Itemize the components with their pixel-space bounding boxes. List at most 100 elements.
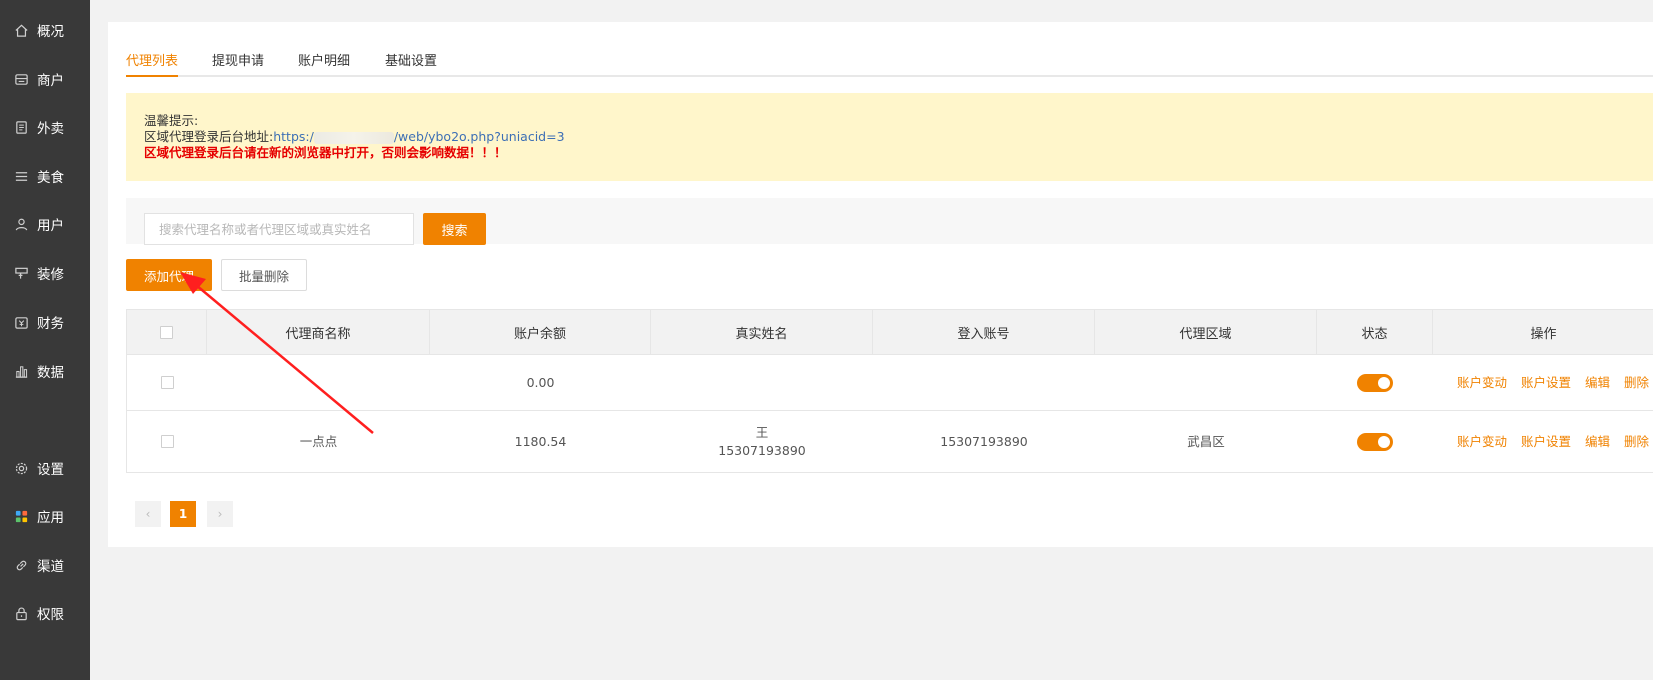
status-cell: [1317, 411, 1433, 472]
real-name-phone: 15307193890: [718, 442, 806, 458]
sidebar-item-food[interactable]: 美食: [0, 161, 90, 191]
operations-cell: 账户变动 账户设置 编辑 删除: [1457, 355, 1653, 410]
status-cell: [1317, 355, 1433, 410]
balance-cell: 1180.54: [514, 433, 567, 449]
edit-link[interactable]: 编辑: [1585, 433, 1610, 451]
table-row: 0.00 账户变动 账户设置 编辑 删除: [127, 355, 1653, 411]
row-checkbox[interactable]: [160, 435, 174, 448]
sidebar-item-user[interactable]: 用户: [0, 209, 90, 239]
sidebar-item-finance[interactable]: 财务: [0, 307, 90, 337]
sidebar-item-label: 装修: [37, 267, 64, 283]
delete-link[interactable]: 删除: [1624, 433, 1649, 451]
sidebar-item-label: 用户: [37, 218, 64, 234]
sidebar-item-label: 概况: [37, 24, 64, 40]
account-settings-link[interactable]: 账户设置: [1521, 374, 1571, 392]
sidebar-item-merchant[interactable]: 商户: [0, 64, 90, 94]
sidebar-item-decoration[interactable]: 装修: [0, 258, 90, 288]
header-select-cell: [127, 310, 207, 354]
home-icon: [13, 22, 29, 38]
status-toggle[interactable]: [1357, 373, 1393, 392]
row-select-cell: [127, 411, 207, 472]
toggle-knob: [1378, 435, 1390, 448]
prev-page-button[interactable]: ‹: [135, 501, 161, 527]
header-operations: 操作: [1530, 326, 1557, 342]
sidebar-item-apps[interactable]: 应用: [0, 501, 90, 531]
notice-address-line: 区域代理登录后台地址:https:/ /web/ybo2o.php?uniacid…: [144, 129, 1635, 145]
sidebar-item-label: 应用: [37, 510, 64, 526]
tab-account-details[interactable]: 账户明细: [298, 50, 350, 77]
delete-link[interactable]: 删除: [1624, 374, 1649, 392]
sidebar-item-label: 数据: [37, 365, 64, 381]
header-login-account: 登入账号: [873, 310, 1095, 354]
sidebar-item-label: 商户: [37, 73, 64, 89]
gear-icon: [13, 460, 29, 476]
sidebar-item-takeout[interactable]: 外卖: [0, 112, 90, 142]
agent-table: 代理商名称 账户余额 真实姓名 登入账号 代理区域 状态 操作 0.00 账户变…: [126, 309, 1653, 473]
sidebar-item-label: 权限: [37, 607, 64, 623]
sidebar-item-channel[interactable]: 渠道: [0, 550, 90, 580]
document-icon: [13, 119, 29, 135]
toggle-knob: [1378, 376, 1390, 389]
notice-address-label: 区域代理登录后台地址:: [144, 129, 274, 144]
tab-basic-settings[interactable]: 基础设置: [385, 50, 437, 77]
notice-warning: 区域代理登录后台请在新的浏览器中打开，否则会影响数据！！！: [144, 145, 507, 160]
menu-icon: [13, 168, 29, 184]
link-icon: [13, 557, 29, 573]
search-input[interactable]: [144, 213, 414, 245]
notice-box: 温馨提示: 区域代理登录后台地址:https:/ /web/ybo2o.php?u…: [126, 93, 1653, 181]
real-name: 王: [755, 424, 769, 440]
sidebar: 概况 商户 外卖 美食 用户 装修 财务 数据 设置 应用 渠道 权限: [0, 0, 90, 680]
status-toggle[interactable]: [1357, 432, 1393, 451]
page-number-current[interactable]: 1: [170, 501, 196, 527]
lock-icon: [13, 605, 29, 621]
balance-cell: 0.00: [526, 374, 555, 390]
sidebar-item-settings[interactable]: 设置: [0, 453, 90, 483]
header-balance: 账户余额: [430, 310, 651, 354]
batch-delete-button[interactable]: 批量删除: [221, 259, 307, 291]
account-change-link[interactable]: 账户变动: [1457, 374, 1507, 392]
header-agent-name: 代理商名称: [207, 310, 430, 354]
region-cell: [1095, 355, 1317, 410]
agent-name-cell: [207, 355, 430, 410]
next-page-button[interactable]: ›: [207, 501, 233, 527]
sidebar-item-permission[interactable]: 权限: [0, 598, 90, 628]
brush-icon: [13, 265, 29, 281]
sidebar-item-data[interactable]: 数据: [0, 356, 90, 386]
notice-title: 温馨提示:: [144, 113, 199, 128]
row-select-cell: [127, 355, 207, 410]
sidebar-item-label: 美食: [37, 170, 64, 186]
search-button[interactable]: 搜索: [423, 213, 486, 245]
tab-agent-list[interactable]: 代理列表: [126, 50, 179, 77]
agent-name-cell: 一点点: [299, 433, 338, 449]
redacted-domain: [313, 131, 394, 144]
header-region: 代理区域: [1095, 310, 1317, 354]
real-name-cell: 王 15307193890: [651, 411, 873, 472]
operations-cell: 账户变动 账户设置 编辑 删除: [1457, 411, 1653, 472]
edit-link[interactable]: 编辑: [1585, 374, 1610, 392]
add-agent-button[interactable]: 添加代理: [126, 259, 212, 291]
account-settings-link[interactable]: 账户设置: [1521, 433, 1571, 451]
sidebar-item-overview[interactable]: 概况: [0, 15, 90, 45]
notice-url-suffix[interactable]: /web/ybo2o.php?uniacid=3: [394, 129, 565, 144]
tab-bar: 代理列表 提现申请 账户明细 基础设置: [126, 44, 1653, 77]
wallet-icon: [13, 314, 29, 330]
sidebar-item-label: 设置: [37, 462, 64, 478]
row-checkbox[interactable]: [160, 376, 174, 389]
table-row: 一点点 1180.54 王 15307193890 15307193890 武昌区…: [127, 411, 1653, 473]
real-name-cell: [651, 355, 873, 410]
region-cell: 武昌区: [1187, 433, 1225, 449]
apps-icon: [13, 508, 29, 524]
sidebar-item-label: 渠道: [37, 559, 64, 575]
login-account-cell: 15307193890: [940, 433, 1028, 449]
store-icon: [13, 71, 29, 87]
account-change-link[interactable]: 账户变动: [1457, 433, 1507, 451]
notice-url-prefix[interactable]: https:/: [273, 129, 314, 144]
header-real-name: 真实姓名: [651, 310, 873, 354]
bar-chart-icon: [13, 363, 29, 379]
sidebar-item-label: 财务: [37, 316, 64, 332]
sidebar-item-label: 外卖: [37, 121, 64, 137]
select-all-checkbox[interactable]: [160, 325, 173, 339]
tab-withdraw-requests[interactable]: 提现申请: [212, 50, 264, 77]
top-strip: [90, 0, 1653, 9]
table-header: 代理商名称 账户余额 真实姓名 登入账号 代理区域 状态 操作: [127, 310, 1653, 355]
